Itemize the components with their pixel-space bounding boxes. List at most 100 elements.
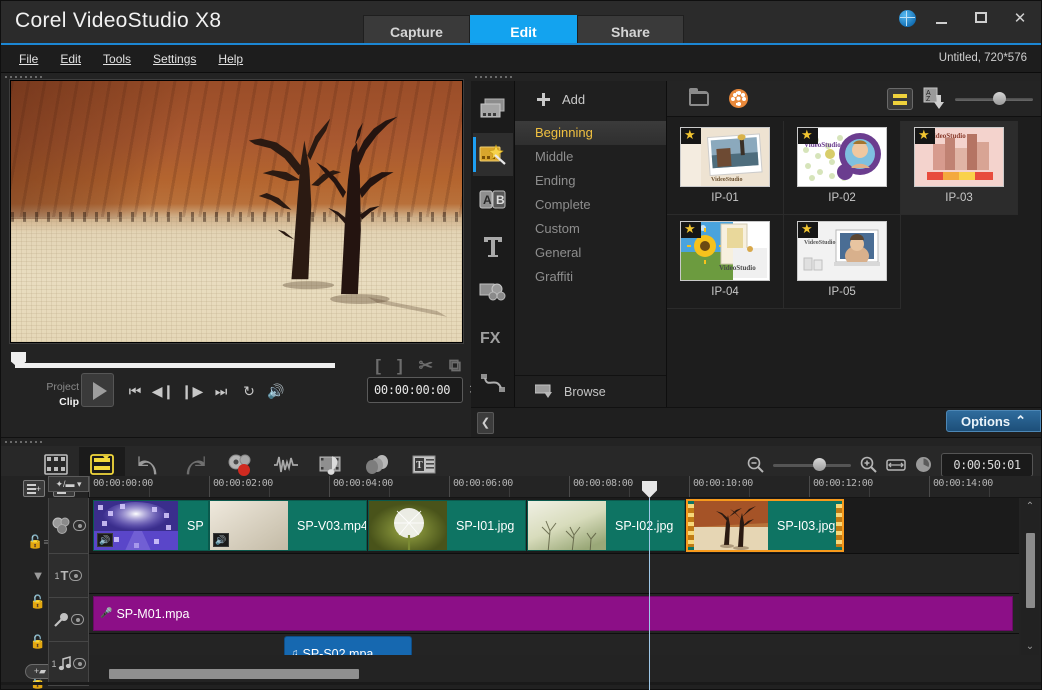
horizontal-scroll-thumb[interactable] xyxy=(109,669,359,679)
eye-icon[interactable] xyxy=(73,658,86,669)
preview-image xyxy=(11,81,462,342)
timeline-clip[interactable]: 🔊 SP-V03.mp4 xyxy=(209,500,367,551)
tab-share[interactable]: Share xyxy=(577,15,684,47)
timeline-clip[interactable]: SP-I01.jpg xyxy=(368,500,526,551)
eye-icon[interactable] xyxy=(69,570,82,581)
menu-settings[interactable]: Settings xyxy=(153,52,196,66)
title-track[interactable] xyxy=(89,554,1019,594)
svg-text:A: A xyxy=(483,193,492,207)
list-view-icon[interactable] xyxy=(887,88,913,110)
player-mode-toggle[interactable]: Project Clip xyxy=(21,380,79,410)
voice-track-header[interactable] xyxy=(48,598,89,642)
mode-clip-label[interactable]: Clip xyxy=(21,395,79,410)
title-icon[interactable] xyxy=(473,224,513,268)
scroll-up-arrow[interactable]: ⌃ xyxy=(1026,498,1034,515)
filter-icon[interactable]: FX xyxy=(473,316,513,360)
transition-icon[interactable]: AB xyxy=(473,178,513,222)
clock-icon[interactable] xyxy=(915,456,932,473)
scrub-track[interactable] xyxy=(15,363,335,368)
menu-edit[interactable]: Edit xyxy=(60,52,81,66)
eye-icon[interactable] xyxy=(73,520,86,531)
menu-file[interactable]: File xyxy=(19,52,38,66)
timeline-clip-selected[interactable]: SP-I03.jpg xyxy=(686,499,844,552)
minimize-button[interactable] xyxy=(929,7,955,29)
folder-icon[interactable] xyxy=(689,91,709,106)
tab-capture[interactable]: Capture xyxy=(363,15,470,47)
library-grip[interactable] xyxy=(471,73,1041,81)
scroll-down-arrow[interactable]: ⌄ xyxy=(1026,638,1034,655)
library-item[interactable]: VideoStudio IP-02 xyxy=(784,121,901,215)
end-button[interactable]: ⏭ xyxy=(209,381,233,401)
video-track-header[interactable] xyxy=(48,498,89,554)
timeline-vertical-scrollbar[interactable]: ⌃ ⌄ xyxy=(1021,498,1039,655)
track-filter-toggle[interactable]: ✦/▬ ▾ xyxy=(48,476,89,492)
category-ending[interactable]: Ending xyxy=(515,169,666,193)
library-item[interactable]: VideoStudio IP-05 xyxy=(784,215,901,309)
browse-button[interactable]: Browse xyxy=(515,375,666,407)
category-complete[interactable]: Complete xyxy=(515,193,666,217)
app-title: Corel VideoStudio X8 xyxy=(15,9,221,33)
timeline-clip[interactable]: 🔊 SP xyxy=(93,500,209,551)
options-button[interactable]: Options ⌃ xyxy=(946,410,1041,432)
library-item[interactable]: VideoStudio IP-03 xyxy=(901,121,1018,215)
timeline-ruler[interactable]: 00:00:00:00 00:00:02:00 00:00:04:00 00:0… xyxy=(89,476,1041,498)
chevron-left-icon[interactable]: ❮ xyxy=(477,412,494,434)
library-item[interactable]: VideoStudio IP-01 xyxy=(667,121,784,215)
timeline-music-clip[interactable]: 🎤 SP-M01.mpa xyxy=(93,596,1013,631)
category-middle[interactable]: Middle xyxy=(515,145,666,169)
category-graffiti[interactable]: Graffiti xyxy=(515,265,666,289)
color-wheel-icon[interactable] xyxy=(729,89,748,108)
category-general[interactable]: General xyxy=(515,241,666,265)
category-beginning[interactable]: Beginning xyxy=(515,121,666,145)
eye-icon[interactable] xyxy=(71,614,84,625)
music-track-header[interactable]: 1 xyxy=(48,642,89,686)
previous-frame-button[interactable]: ◀❙ xyxy=(151,381,175,401)
mode-project-label[interactable]: Project xyxy=(21,380,79,395)
fit-to-timeline-icon[interactable] xyxy=(886,457,906,473)
sort-az-icon[interactable]: AZ xyxy=(923,87,945,111)
preview-screen[interactable] xyxy=(9,79,464,344)
graphic-icon[interactable] xyxy=(473,270,513,314)
instant-project-icon[interactable] xyxy=(473,133,513,177)
home-button[interactable]: ⏮ xyxy=(123,381,147,401)
category-custom[interactable]: Custom xyxy=(515,217,666,241)
preview-scrub-bar[interactable]: [ ] ✂ ⧉ xyxy=(1,351,471,373)
title-track-header[interactable]: 1 T xyxy=(48,554,89,598)
zoom-out-icon[interactable] xyxy=(747,456,764,473)
repeat-button[interactable]: ↻ xyxy=(237,381,261,401)
video-track[interactable]: 🔊 SP 🔊 SP-V03.mp4 SP-I01.jpg xyxy=(89,498,1019,554)
timeline-zoom-slider[interactable] xyxy=(773,458,851,472)
browse-label: Browse xyxy=(564,385,606,399)
next-frame-button[interactable]: ❙▶ xyxy=(180,381,204,401)
video-track-icon xyxy=(52,517,72,534)
play-button[interactable] xyxy=(81,373,114,407)
maximize-button[interactable] xyxy=(968,7,994,29)
timeline-grip[interactable] xyxy=(1,438,1041,446)
thumbnail-size-slider[interactable] xyxy=(955,91,1033,107)
timeline-sound-clip[interactable]: ♫ SP-S02.mpa xyxy=(284,636,412,655)
voice-track[interactable]: 🎤 SP-M01.mpa xyxy=(89,594,1019,634)
timeline-clip[interactable]: SP-I02.jpg xyxy=(527,500,685,551)
ruler-tick-label: 00:00:06:00 xyxy=(453,478,513,489)
vertical-scroll-thumb[interactable] xyxy=(1026,533,1035,608)
timeline-horizontal-scrollbar[interactable] xyxy=(89,667,1019,681)
path-icon[interactable] xyxy=(473,361,513,405)
zoom-in-icon[interactable] xyxy=(860,456,877,473)
globe-icon[interactable] xyxy=(899,10,916,27)
project-duration-box[interactable]: 0:00:50:01 xyxy=(941,453,1033,477)
project-info: Untitled, 720*576 xyxy=(939,52,1027,64)
media-icon[interactable] xyxy=(473,87,513,131)
library-item[interactable]: VideoStudio IP-04 xyxy=(667,215,784,309)
track-manager-button[interactable]: + xyxy=(23,480,45,497)
close-button[interactable]: ✕ xyxy=(1007,7,1033,29)
player-timecode[interactable]: 00:00:00:00 ▲▼ xyxy=(367,377,463,403)
svg-text:T: T xyxy=(416,460,423,471)
volume-button[interactable]: 🔊 xyxy=(264,381,288,401)
add-button[interactable]: Add xyxy=(515,81,666,117)
timeline-tracks[interactable]: 🔊 SP 🔊 SP-V03.mp4 SP-I01.jpg xyxy=(89,498,1019,655)
menu-help[interactable]: Help xyxy=(218,52,243,66)
menu-tools[interactable]: Tools xyxy=(103,52,131,66)
music-track[interactable]: ♫ SP-S02.mpa xyxy=(89,634,1019,655)
tab-edit[interactable]: Edit xyxy=(470,15,577,47)
library-item-label: IP-02 xyxy=(828,192,856,204)
